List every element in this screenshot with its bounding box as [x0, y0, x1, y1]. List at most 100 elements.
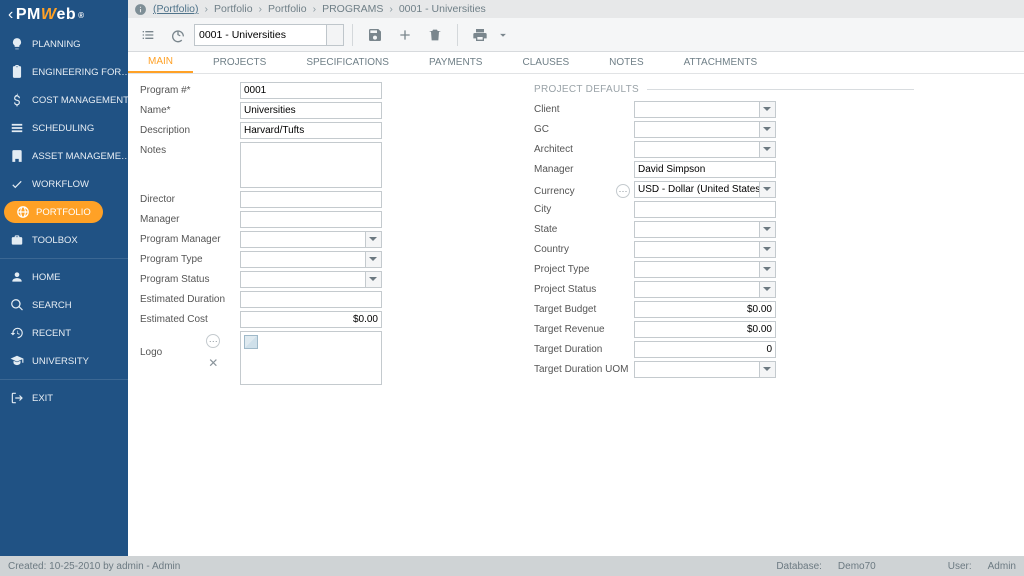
info-icon[interactable] [134, 3, 147, 16]
state-select[interactable] [634, 221, 776, 238]
sidebar-item-home[interactable]: Home [0, 263, 128, 291]
target-duration-uom-select[interactable] [634, 361, 776, 378]
country-select[interactable] [634, 241, 776, 258]
sidebar-item-search[interactable]: Search [0, 291, 128, 319]
print-icon [472, 27, 488, 43]
target-duration-input[interactable] [634, 341, 776, 358]
undo-button[interactable] [164, 21, 192, 49]
notes-label: Notes [140, 142, 236, 156]
app-logo: ‹ PMWeb® [0, 0, 128, 30]
state-label: State [534, 221, 630, 235]
architect-select[interactable] [634, 141, 776, 158]
currency-label: Currency⋯ [534, 181, 630, 198]
sidebar-item-label: Search [32, 300, 72, 311]
name-input[interactable] [240, 102, 382, 119]
bars-icon [10, 121, 24, 135]
project-type-select[interactable] [634, 261, 776, 278]
target-revenue-input[interactable] [634, 321, 776, 338]
director-label: Director [140, 191, 236, 205]
estimated-duration-label: Estimated Duration [140, 291, 236, 305]
grad-icon [10, 354, 24, 368]
sidebar-item-cost[interactable]: Cost Management [0, 86, 128, 114]
sidebar-item-asset[interactable]: Asset Manageme… [0, 142, 128, 170]
tab-main[interactable]: MAIN [128, 52, 193, 73]
tab-projects[interactable]: PROJECTS [193, 52, 286, 73]
dollar-icon [10, 93, 24, 107]
sidebar-item-portfolio[interactable]: Portfolio [0, 198, 128, 226]
sidebar-item-engineering[interactable]: Engineering For… [0, 58, 128, 86]
program-type-label: Program Type [140, 251, 236, 265]
logo-options-button[interactable]: ⋯ [206, 334, 220, 348]
delete-button[interactable] [421, 21, 449, 49]
list-button[interactable] [134, 21, 162, 49]
tab-specifications[interactable]: SPECIFICATIONS [286, 52, 409, 73]
tab-payments[interactable]: PAYMENTS [409, 52, 503, 73]
sidebar-item-exit[interactable]: Exit [0, 384, 128, 412]
sidebar-item-label: University [32, 356, 89, 367]
notes-textarea[interactable] [240, 142, 382, 188]
clipboard-icon [10, 65, 24, 79]
print-button[interactable] [466, 21, 494, 49]
target-budget-input[interactable] [634, 301, 776, 318]
director-input[interactable] [240, 191, 382, 208]
logo-preview[interactable] [240, 331, 382, 385]
user-icon [10, 270, 24, 284]
currency-options-button[interactable]: ⋯ [616, 184, 630, 198]
globe-icon [16, 205, 30, 219]
tab-attachments[interactable]: ATTACHMENTS [664, 52, 778, 73]
left-manager-input[interactable] [240, 211, 382, 228]
sidebar-item-label: Portfolio [36, 207, 91, 218]
estimated-duration-input[interactable] [240, 291, 382, 308]
sidebar-item-scheduling[interactable]: Scheduling [0, 114, 128, 142]
description-input[interactable] [240, 122, 382, 139]
breadcrumb-root[interactable]: (Portfolio) [153, 3, 199, 15]
print-dropdown[interactable] [496, 21, 510, 49]
tab-notes[interactable]: NOTES [589, 52, 663, 73]
sidebar-item-recent[interactable]: Recent [0, 319, 128, 347]
main-panel: (Portfolio) ›Portfolio ›Portfolio ›PROGR… [128, 0, 1024, 556]
record-selector[interactable]: 0001 - Universities [194, 24, 344, 46]
right-manager-label: Manager [534, 161, 630, 175]
list-icon [140, 27, 156, 43]
gc-select[interactable] [634, 121, 776, 138]
target-duration-uom-label: Target Duration UOM [534, 361, 630, 375]
sidebar-item-label: Exit [32, 393, 53, 404]
save-icon [367, 27, 383, 43]
history-icon [10, 326, 24, 340]
add-button[interactable] [391, 21, 419, 49]
sidebar-item-label: Workflow [32, 179, 89, 190]
form-content: Program #* Name* Description Notes Direc… [128, 74, 1024, 556]
city-input[interactable] [634, 201, 776, 218]
user-value: Admin [988, 561, 1016, 572]
search-icon [10, 298, 24, 312]
logo-label: Logo ⋯ ✕ [140, 331, 236, 370]
program-no-input[interactable] [240, 82, 382, 99]
project-status-select[interactable] [634, 281, 776, 298]
currency-select[interactable]: USD - Dollar (United States of Ameri [634, 181, 776, 198]
estimated-cost-input[interactable] [240, 311, 382, 328]
breadcrumb-part: Portfolio [214, 3, 253, 15]
logo-remove-button[interactable]: ✕ [206, 356, 220, 370]
database-label: Database: [776, 561, 822, 572]
toolbar: 0001 - Universities [128, 18, 1024, 52]
program-no-label: Program #* [140, 82, 236, 96]
architect-label: Architect [534, 141, 630, 155]
trash-icon [427, 27, 443, 43]
right-manager-input[interactable] [634, 161, 776, 178]
save-button[interactable] [361, 21, 389, 49]
breadcrumb-part: PROGRAMS [322, 3, 383, 15]
program-status-select[interactable] [240, 271, 382, 288]
exit-icon [10, 391, 24, 405]
program-manager-select[interactable] [240, 231, 382, 248]
tab-clauses[interactable]: CLAUSES [502, 52, 589, 73]
sidebar-item-workflow[interactable]: Workflow [0, 170, 128, 198]
client-select[interactable] [634, 101, 776, 118]
sidebar-item-toolbox[interactable]: Toolbox [0, 226, 128, 254]
project-type-label: Project Type [534, 261, 630, 275]
sidebar-item-planning[interactable]: Planning [0, 30, 128, 58]
program-type-select[interactable] [240, 251, 382, 268]
sidebar-item-university[interactable]: University [0, 347, 128, 375]
record-selector-value: 0001 - Universities [199, 29, 286, 41]
plus-icon [397, 27, 413, 43]
broken-image-icon [244, 335, 258, 349]
